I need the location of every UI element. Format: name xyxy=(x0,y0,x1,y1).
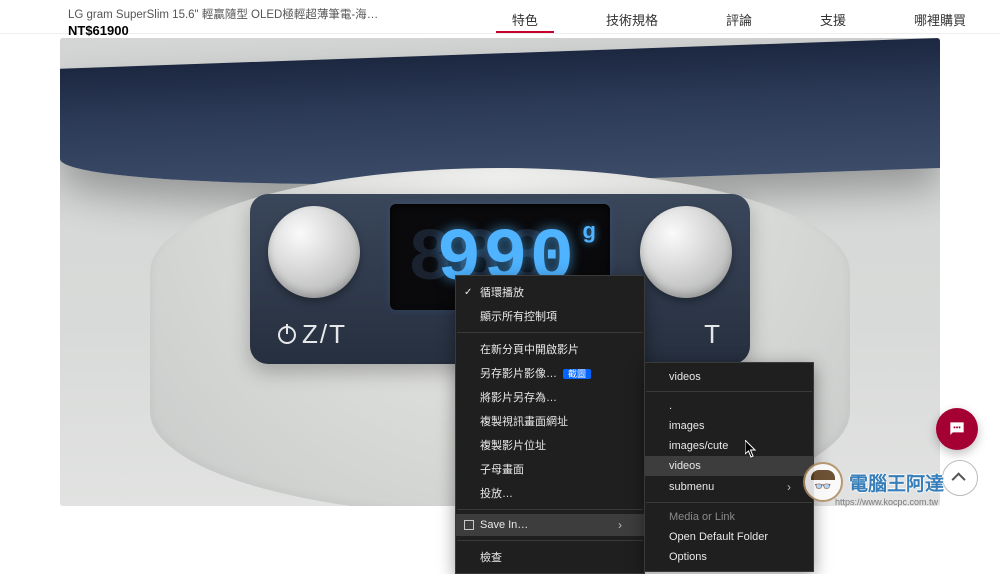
ctx-inspect[interactable]: 檢查 xyxy=(456,545,644,569)
ctx-label: Options xyxy=(669,551,707,563)
watermark-url: https://www.kocpc.com.tw xyxy=(835,497,938,507)
ctx-loop[interactable]: 循環播放 xyxy=(456,280,644,304)
ctx-label: Save In… xyxy=(480,519,528,531)
submenu-submenu[interactable]: submenu xyxy=(645,476,813,498)
ctx-separator xyxy=(457,332,643,333)
ctx-label: 另存影片影像… 截圖 xyxy=(480,365,591,381)
save-in-submenu[interactable]: videos . images images/cute videos subme… xyxy=(644,362,814,572)
ctx-separator xyxy=(457,540,643,541)
ctx-label: 循環播放 xyxy=(480,284,524,300)
ctx-label: images/cute xyxy=(669,440,728,452)
scroll-to-top-button[interactable] xyxy=(942,460,978,496)
submenu-options[interactable]: Options xyxy=(645,547,813,567)
ctx-pip[interactable]: 子母畫面 xyxy=(456,457,644,481)
scale-knob-right xyxy=(640,206,732,298)
zt-label: Z/T xyxy=(302,319,347,350)
ctx-label: videos xyxy=(669,460,701,472)
ctx-separator xyxy=(457,509,643,510)
ctx-label: 在新分頁中開啟影片 xyxy=(480,341,579,357)
ctx-label: Open Default Folder xyxy=(669,531,768,543)
submenu-section-label: Media or Link xyxy=(645,507,813,527)
ctx-separator xyxy=(646,502,812,503)
tab-wheretobuy[interactable]: 哪裡購買 xyxy=(880,6,1000,33)
product-price: NT$61900 xyxy=(68,23,388,38)
product-subnav: LG gram SuperSlim 15.6" 輕贏隨型 OLED極輕超薄筆電-… xyxy=(0,0,1000,34)
product-info: LG gram SuperSlim 15.6" 輕贏隨型 OLED極輕超薄筆電-… xyxy=(0,6,388,38)
ctx-label: submenu xyxy=(669,481,714,493)
ctx-cast[interactable]: 投放… xyxy=(456,481,644,505)
ctx-open-new-tab[interactable]: 在新分頁中開啟影片 xyxy=(456,337,644,361)
ctx-copy-frame-url[interactable]: 複製視訊畫面網址 xyxy=(456,409,644,433)
ctx-label: 檢查 xyxy=(480,549,502,565)
product-tabs: 特色 技術規格 評論 支援 哪裡購買 xyxy=(478,6,1000,33)
submenu-videos[interactable]: videos xyxy=(645,456,813,476)
ctx-label: 顯示所有控制項 xyxy=(480,308,557,324)
ctx-label: 子母畫面 xyxy=(480,461,524,477)
scale-right-label: T xyxy=(704,319,722,350)
tab-support[interactable]: 支援 xyxy=(786,6,880,33)
video-context-menu[interactable]: 循環播放 顯示所有控制項 在新分頁中開啟影片 另存影片影像… 截圖 將影片另存為…… xyxy=(455,275,645,574)
ctx-badge: 截圖 xyxy=(563,369,591,379)
ctx-label: images xyxy=(669,420,704,432)
ctx-show-controls[interactable]: 顯示所有控制項 xyxy=(456,304,644,328)
ctx-separator xyxy=(646,391,812,392)
submenu-open-default[interactable]: Open Default Folder xyxy=(645,527,813,547)
submenu-current-folder[interactable]: videos xyxy=(645,367,813,387)
ctx-label: Media or Link xyxy=(669,511,735,523)
ctx-save-frame[interactable]: 另存影片影像… 截圖 xyxy=(456,361,644,385)
ctx-label: 複製視訊畫面網址 xyxy=(480,413,568,429)
lcd-unit: g xyxy=(583,218,596,244)
ctx-text: 另存影片影像… xyxy=(480,368,557,380)
ctx-label: . xyxy=(669,400,672,412)
product-title: LG gram SuperSlim 15.6" 輕贏隨型 OLED極輕超薄筆電-… xyxy=(68,6,388,22)
tab-features[interactable]: 特色 xyxy=(478,6,572,33)
ctx-label: 複製影片位址 xyxy=(480,437,546,453)
chat-bubble-icon xyxy=(947,419,967,439)
ctx-label: 投放… xyxy=(480,485,513,501)
submenu-images[interactable]: images xyxy=(645,416,813,436)
submenu-images-cute[interactable]: images/cute xyxy=(645,436,813,456)
scale-left-label: Z/T xyxy=(278,319,347,350)
tab-specs[interactable]: 技術規格 xyxy=(572,6,692,33)
ctx-label: 將影片另存為… xyxy=(480,389,557,405)
ctx-save-video-as[interactable]: 將影片另存為… xyxy=(456,385,644,409)
tab-reviews[interactable]: 評論 xyxy=(692,6,786,33)
ctx-copy-video-url[interactable]: 複製影片位址 xyxy=(456,433,644,457)
submenu-dot[interactable]: . xyxy=(645,396,813,416)
chat-fab[interactable] xyxy=(936,408,978,450)
scale-knob-left xyxy=(268,206,360,298)
ctx-save-in[interactable]: Save In… xyxy=(456,514,644,536)
power-icon xyxy=(278,326,296,344)
ctx-label: videos xyxy=(669,371,701,383)
